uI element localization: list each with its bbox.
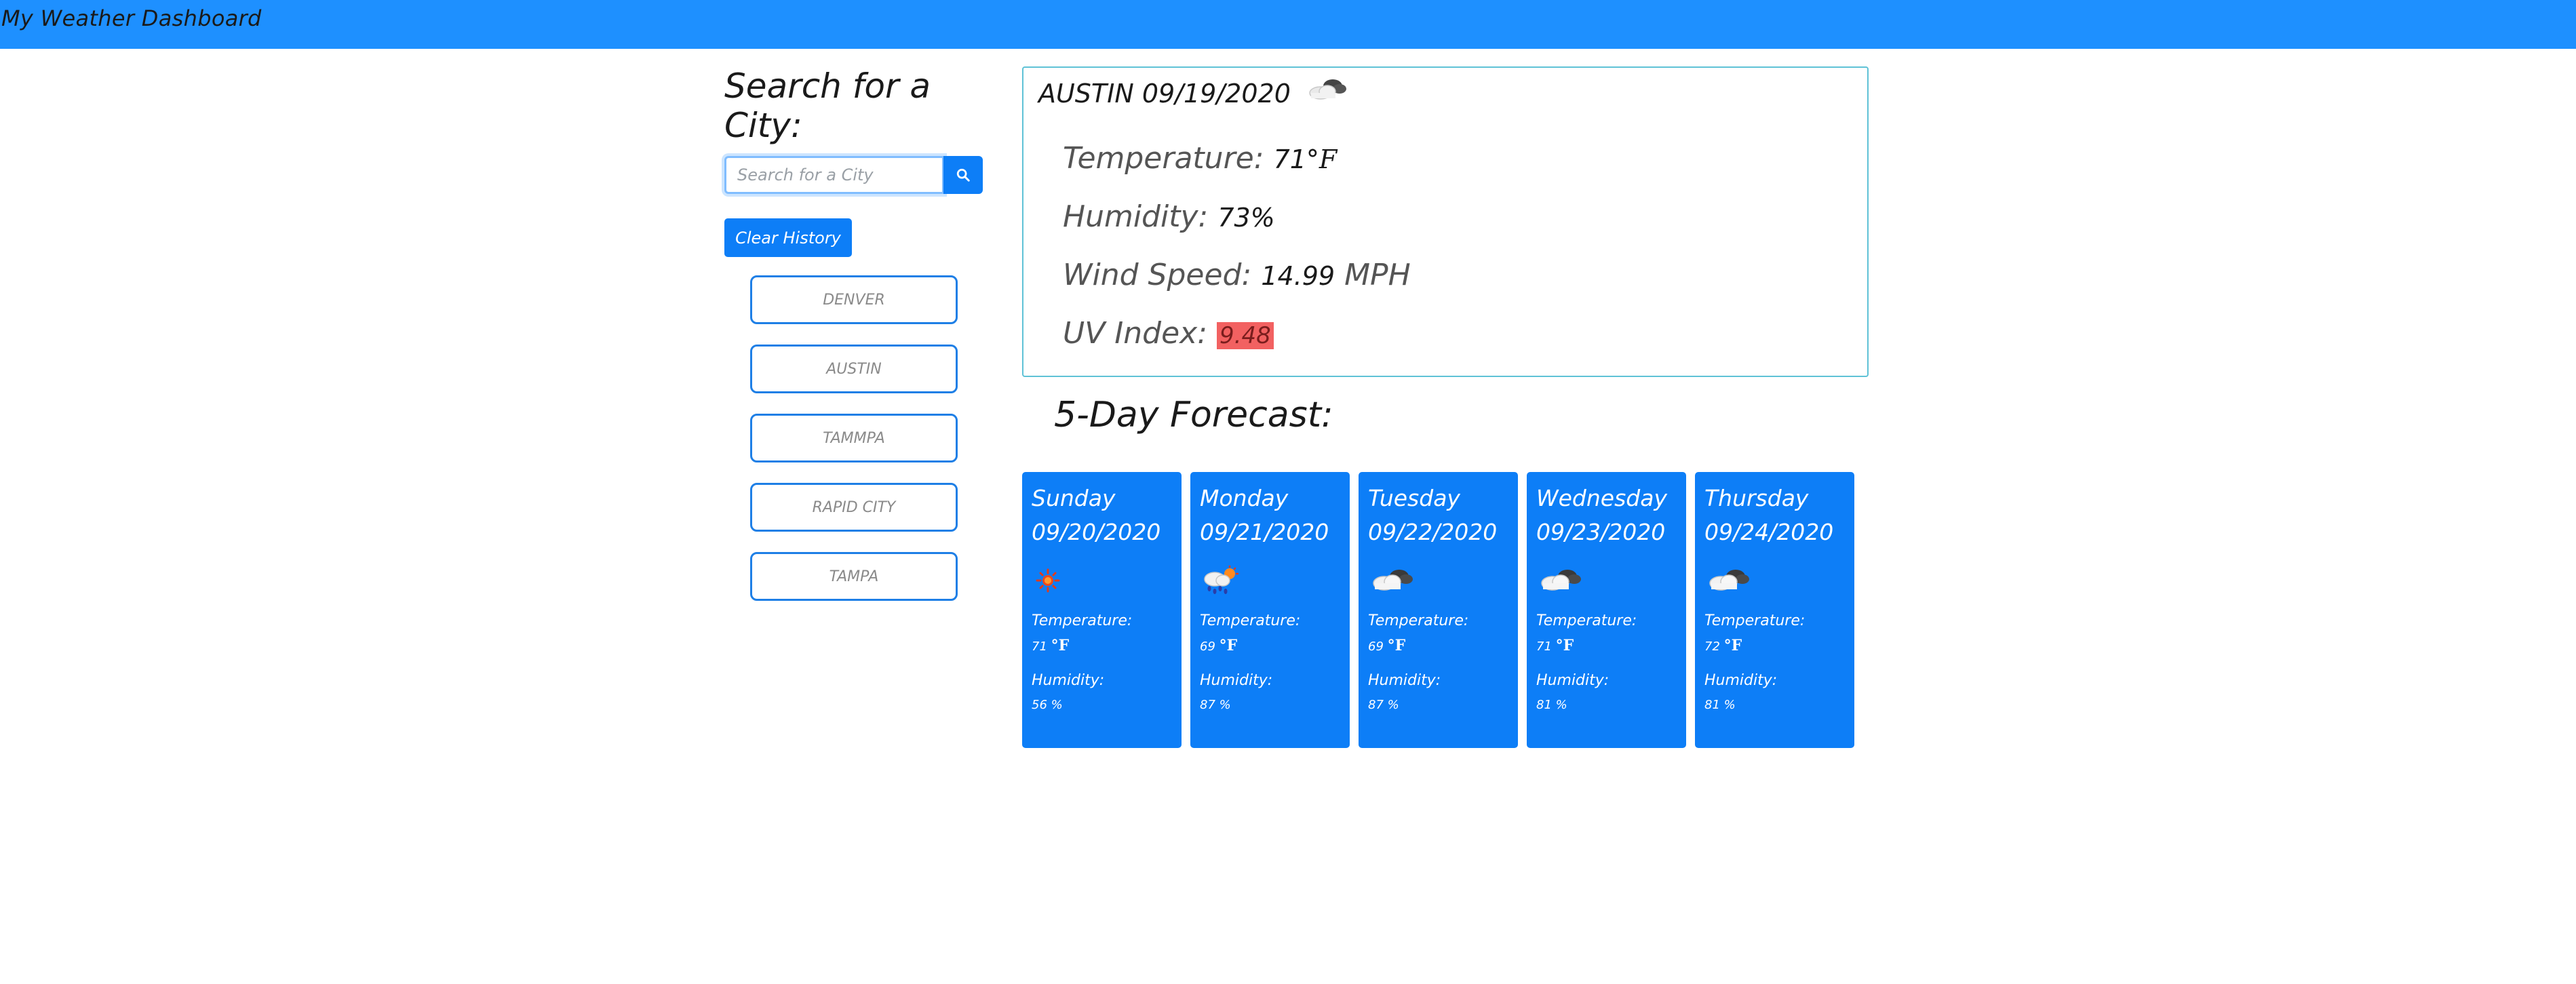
history-item-tammpa[interactable]: TAMMPA xyxy=(750,414,958,463)
search-heading: Search for a City: xyxy=(724,66,931,145)
forecast-card-sunday: Sunday 09/20/2020 Temperature: 71 °F Hum… xyxy=(1022,472,1182,748)
wind-label: Wind Speed: xyxy=(1063,258,1252,292)
forecast-humidity: 81 % xyxy=(1536,698,1567,712)
app-title: My Weather Dashboard xyxy=(1,5,262,31)
history-item-tampa[interactable]: TAMPA xyxy=(750,552,958,601)
forecast-card-monday: Monday 09/21/2020 Temperature: 69 °F Hum… xyxy=(1190,472,1350,748)
humidity-label: Humidity: xyxy=(1063,199,1209,234)
history-item-denver[interactable]: DENVER xyxy=(750,275,958,324)
current-wind-speed: Wind Speed: 14.99 MPH xyxy=(1063,258,1411,292)
current-city-date: AUSTIN 09/19/2020 xyxy=(1038,79,1291,109)
forecast-temperature-label: Temperature: xyxy=(1200,612,1301,629)
forecast-card-thursday: Thursday 09/24/2020 Temperature: 72 °F H… xyxy=(1695,472,1854,748)
forecast-day: Tuesday xyxy=(1368,485,1460,511)
forecast-humidity-label: Humidity: xyxy=(1368,672,1441,689)
forecast-card-wednesday: Wednesday 09/23/2020 Temperature: 71 °F … xyxy=(1527,472,1686,748)
forecast-temperature: 71 °F xyxy=(1032,637,1070,654)
cloudy-icon xyxy=(1368,560,1508,601)
forecast-day: Wednesday xyxy=(1536,485,1667,511)
uv-label: UV Index: xyxy=(1063,316,1208,351)
forecast-date: 09/20/2020 xyxy=(1032,519,1161,545)
humidity-value: 73% xyxy=(1217,203,1275,233)
rain-sun-icon xyxy=(1200,560,1340,601)
forecast-day: Sunday xyxy=(1032,485,1116,511)
cloudy-icon xyxy=(1536,560,1677,601)
forecast-temperature: 71 °F xyxy=(1536,637,1574,654)
forecast-date: 09/24/2020 xyxy=(1704,519,1834,545)
temperature-label: Temperature: xyxy=(1063,141,1264,176)
current-weather-card: AUSTIN 09/19/2020 Temperature: 71°F Humi… xyxy=(1022,66,1869,377)
forecast-date: 09/23/2020 xyxy=(1536,519,1666,545)
forecast-temperature-label: Temperature: xyxy=(1536,612,1637,629)
forecast-date: 09/21/2020 xyxy=(1200,519,1329,545)
top-navbar: My Weather Dashboard xyxy=(0,0,2576,49)
temperature-unit: °F xyxy=(1306,144,1338,174)
forecast-day: Monday xyxy=(1200,485,1289,511)
current-uv-index: UV Index: 9.48 xyxy=(1063,316,1274,351)
city-search-input[interactable] xyxy=(724,156,944,194)
forecast-day: Thursday xyxy=(1704,485,1809,511)
forecast-humidity-label: Humidity: xyxy=(1200,672,1273,689)
forecast-row: Sunday 09/20/2020 Temperature: 71 °F Hum… xyxy=(1022,472,1854,748)
forecast-temperature-label: Temperature: xyxy=(1368,612,1469,629)
search-history-list: DENVER AUSTIN TAMMPA RAPID CITY TAMPA xyxy=(750,275,959,621)
forecast-humidity-label: Humidity: xyxy=(1536,672,1609,689)
history-item-rapid-city[interactable]: RAPID CITY xyxy=(750,483,958,532)
wind-value: 14.99 xyxy=(1261,261,1335,291)
sun-icon xyxy=(1032,560,1172,601)
search-icon xyxy=(956,168,970,182)
clear-history-button[interactable]: Clear History xyxy=(724,218,852,257)
forecast-temperature: 69 °F xyxy=(1368,637,1406,654)
forecast-humidity: 81 % xyxy=(1704,698,1736,712)
forecast-card-tuesday: Tuesday 09/22/2020 Temperature: 69 °F Hu… xyxy=(1359,472,1518,748)
forecast-humidity: 87 % xyxy=(1368,698,1399,712)
temperature-value: 71 xyxy=(1273,144,1306,174)
cloudy-icon xyxy=(1704,560,1845,601)
forecast-humidity-label: Humidity: xyxy=(1704,672,1778,689)
forecast-humidity-label: Humidity: xyxy=(1032,672,1105,689)
forecast-temperature-label: Temperature: xyxy=(1704,612,1806,629)
forecast-temperature: 69 °F xyxy=(1200,637,1238,654)
forecast-humidity: 56 % xyxy=(1032,698,1063,712)
forecast-humidity: 87 % xyxy=(1200,698,1231,712)
history-item-austin[interactable]: AUSTIN xyxy=(750,345,958,393)
cloudy-icon xyxy=(1304,75,1348,109)
forecast-temperature: 72 °F xyxy=(1704,637,1742,654)
forecast-heading: 5-Day Forecast: xyxy=(1054,395,1333,435)
current-humidity: Humidity: 73% xyxy=(1063,199,1275,234)
forecast-date: 09/22/2020 xyxy=(1368,519,1498,545)
wind-unit: MPH xyxy=(1344,258,1411,292)
uv-index-badge: 9.48 xyxy=(1217,322,1274,349)
current-temperature: Temperature: 71°F xyxy=(1063,141,1337,176)
current-weather-title: AUSTIN 09/19/2020 xyxy=(1038,79,1348,109)
search-button[interactable] xyxy=(943,156,983,194)
forecast-temperature-label: Temperature: xyxy=(1032,612,1133,629)
